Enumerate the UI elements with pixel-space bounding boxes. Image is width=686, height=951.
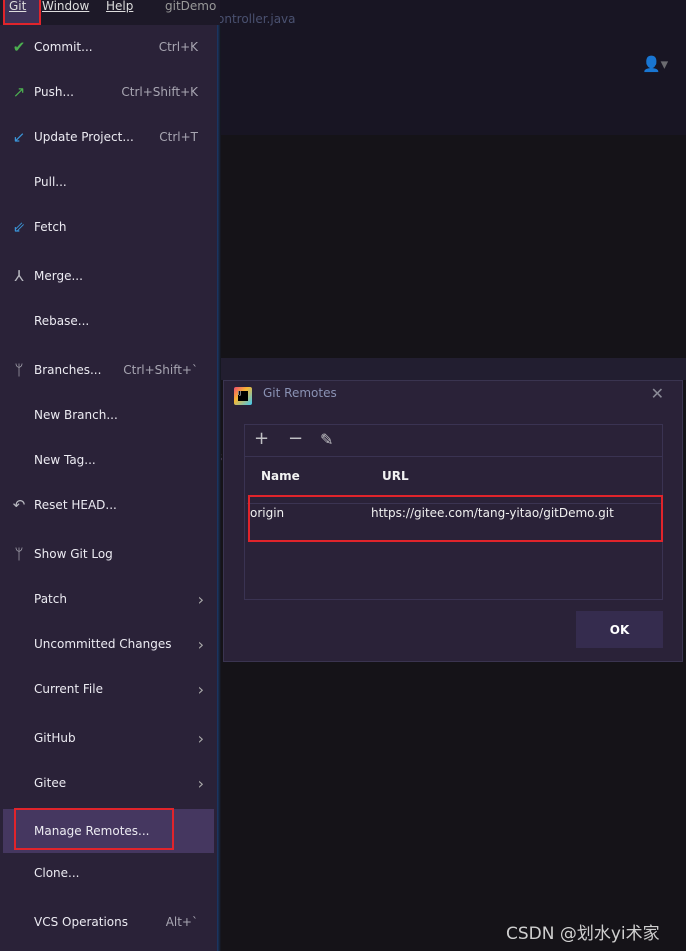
- menu-item-rebase[interactable]: Rebase...: [3, 299, 214, 343]
- dialog-title: Git Remotes: [263, 386, 337, 400]
- branch-icon: ᛘ: [14, 545, 24, 563]
- chevron-right-icon: ›: [197, 634, 204, 654]
- menu-item-pull[interactable]: Pull...: [3, 160, 214, 204]
- highlight-box: [14, 808, 174, 850]
- chevron-right-icon: ›: [197, 589, 204, 609]
- add-icon[interactable]: +: [254, 428, 269, 449]
- column-header-name[interactable]: Name: [261, 469, 300, 483]
- menu-item-label: Current File: [34, 682, 103, 696]
- chevron-right-icon: ›: [197, 773, 204, 793]
- chevron-right-icon: ›: [197, 728, 204, 748]
- menu-help[interactable]: Help: [106, 0, 133, 13]
- menu-item-label: GitHub: [34, 731, 76, 745]
- menu-item-shortcut: Ctrl+T: [159, 130, 198, 144]
- menu-item-reset-head[interactable]: ↶ Reset HEAD...: [3, 483, 214, 527]
- menu-item-patch[interactable]: Patch ›: [3, 577, 214, 621]
- menu-git[interactable]: Git: [3, 0, 41, 25]
- editor-tab[interactable]: ontroller.java: [217, 12, 296, 26]
- fetch-icon: ⇙: [12, 218, 26, 236]
- menu-item-new-tag[interactable]: New Tag...: [3, 438, 214, 482]
- menu-item-label: New Branch...: [34, 408, 118, 422]
- menu-item-label: New Tag...: [34, 453, 96, 467]
- menu-item-gitee[interactable]: Gitee ›: [3, 761, 214, 805]
- menu-item-label: Branches...: [34, 363, 102, 377]
- menu-item-uncommitted-changes[interactable]: Uncommitted Changes ›: [3, 622, 214, 666]
- menu-item-label: Reset HEAD...: [34, 498, 117, 512]
- menu-item-label: Pull...: [34, 175, 67, 189]
- menu-item-shortcut: Ctrl+Shift+`: [123, 363, 198, 377]
- git-remotes-dialog: IJ Git Remotes ✕ + − ✎ Name URL origin h…: [223, 380, 683, 662]
- close-icon[interactable]: ✕: [651, 384, 664, 403]
- menu-item-merge[interactable]: ⅄ Merge...: [3, 254, 214, 298]
- watermark: CSDN @划水yi术家: [506, 924, 660, 944]
- menu-item-vcs-operations[interactable]: VCS Operations Alt+`: [3, 900, 214, 944]
- user-account-icon[interactable]: 👤▾: [642, 55, 668, 73]
- menu-item-label: VCS Operations: [34, 915, 128, 929]
- menu-item-new-branch[interactable]: New Branch...: [3, 393, 214, 437]
- menu-item-current-file[interactable]: Current File ›: [3, 667, 214, 711]
- menu-item-label: Merge...: [34, 269, 83, 283]
- menu-item-label: Fetch: [34, 220, 67, 234]
- menu-edge: [217, 25, 221, 951]
- project-name: gitDemo: [165, 0, 217, 13]
- intellij-logo-icon: IJ: [234, 387, 252, 405]
- highlight-box: [248, 495, 663, 542]
- menu-item-label: Clone...: [34, 866, 80, 880]
- menu-item-label: Commit...: [34, 40, 93, 54]
- menu-item-shortcut: Ctrl+K: [158, 40, 198, 54]
- menu-item-label: Patch: [34, 592, 67, 606]
- check-icon: ✔: [12, 38, 26, 56]
- table-toolbar: + − ✎: [245, 425, 662, 457]
- branch-icon: ᛘ: [14, 361, 24, 379]
- menu-item-github[interactable]: GitHub ›: [3, 716, 214, 760]
- menu-item-push[interactable]: ↗ Push... Ctrl+Shift+K: [3, 70, 214, 114]
- menu-item-fetch[interactable]: ⇙ Fetch: [3, 205, 214, 249]
- menu-item-label: Uncommitted Changes: [34, 637, 172, 651]
- arrow-down-left-icon: ↙: [12, 128, 26, 146]
- chevron-right-icon: ›: [197, 679, 204, 699]
- menu-item-label: Push...: [34, 85, 74, 99]
- arrow-up-right-icon: ↗: [12, 83, 26, 101]
- menu-item-show-git-log[interactable]: ᛘ Show Git Log: [3, 532, 214, 576]
- menu-item-label: Show Git Log: [34, 547, 113, 561]
- merge-icon: ⅄: [14, 267, 24, 285]
- menu-item-shortcut: Ctrl+Shift+K: [121, 85, 198, 99]
- menu-item-update-project[interactable]: ↙ Update Project... Ctrl+T: [3, 115, 214, 159]
- menu-window[interactable]: Window: [42, 0, 89, 13]
- menu-item-label: Gitee: [34, 776, 67, 790]
- menu-item-branches[interactable]: ᛘ Branches... Ctrl+Shift+`: [3, 348, 214, 392]
- ok-button[interactable]: OK: [576, 611, 663, 648]
- remove-icon[interactable]: −: [288, 428, 303, 449]
- menu-item-commit[interactable]: ✔ Commit... Ctrl+K: [3, 25, 214, 69]
- edit-icon[interactable]: ✎: [320, 430, 333, 449]
- menu-item-label: Rebase...: [34, 314, 90, 328]
- undo-icon: ↶: [12, 496, 26, 514]
- column-header-url[interactable]: URL: [382, 469, 409, 483]
- menu-bar: Git Window Help gitDemo: [0, 0, 220, 25]
- menu-item-shortcut: Alt+`: [165, 915, 198, 929]
- menu-item-label: Update Project...: [34, 130, 134, 144]
- panel-band: [220, 358, 686, 380]
- menu-item-clone[interactable]: Clone...: [3, 851, 214, 895]
